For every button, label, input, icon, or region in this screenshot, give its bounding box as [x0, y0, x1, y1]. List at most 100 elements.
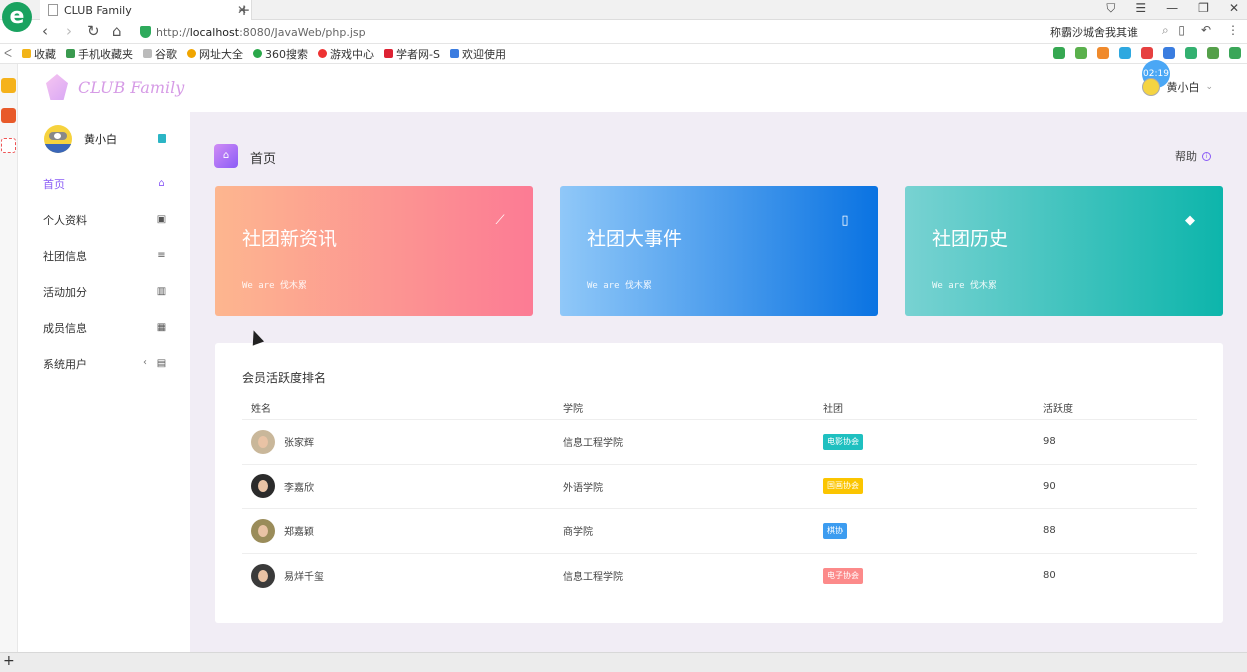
chevron-left-icon: ‹ [143, 357, 147, 368]
table-row[interactable]: 李嘉欣 外语学院 国画协会 90 [242, 465, 1197, 509]
verified-icon [158, 134, 166, 143]
bookmark-6[interactable]: 学者网-S [384, 46, 440, 62]
undo-icon[interactable]: ↶ [1201, 23, 1211, 37]
new-tab-icon[interactable]: + [236, 1, 252, 19]
url-input[interactable]: http://localhost:8080/JavaWeb/php.jsp [140, 23, 980, 41]
browser-tab-bar: CLUB Family ✕ + ⛉ ☰ — ❐ ✕ [0, 0, 1247, 20]
sidebar-item-club-info[interactable]: 社团信息 ≡ [18, 238, 190, 274]
tab-title: CLUB Family [64, 3, 132, 17]
restore-icon[interactable]: ❐ [1198, 1, 1209, 16]
bookmarks-toggle-icon[interactable]: ᐸ [4, 47, 12, 60]
bookmark-5[interactable]: 游戏中心 [318, 46, 374, 62]
bookmark-0[interactable]: 收藏 [22, 46, 56, 62]
bookmark-icon: ▯ [841, 213, 849, 228]
back-icon[interactable]: ‹ [42, 22, 48, 40]
bookmark-label: 收藏 [34, 47, 57, 61]
home-icon[interactable]: ⌂ [112, 22, 122, 40]
line-chart-icon: ⟋ [495, 213, 505, 228]
reload-icon[interactable]: ↻ [87, 22, 100, 40]
bookmark-7[interactable]: 欢迎使用 [449, 46, 506, 62]
browser-side-strip [0, 64, 18, 652]
card-club-news[interactable]: 社团新资讯 We are 伐木累 ⟋ [215, 186, 533, 316]
bookmark-label: 游戏中心 [330, 47, 375, 61]
extension-icon[interactable] [1119, 47, 1131, 59]
club-tag: 国画协会 [823, 478, 863, 495]
home-icon: ⌂ [158, 178, 165, 189]
browser-logo[interactable]: e [2, 2, 32, 32]
sidebar: 黄小白 首页 ⌂ 个人资料 ▣ 社团信息 ≡ 活动加分 ▥ 成员信息 ▦ 系统用… [18, 112, 190, 652]
game-icon [318, 49, 328, 58]
extension-icon[interactable] [1075, 47, 1087, 59]
card-subtitle: We are 伐木累 [932, 281, 997, 291]
menu-icon[interactable]: ☰ [1135, 1, 1146, 16]
avatar [251, 474, 275, 499]
url-path: :8080/JavaWeb/php.jsp [239, 25, 366, 39]
bookmark-label: 手机收藏夹 [78, 47, 134, 61]
sidebar-item-home[interactable]: 首页 ⌂ [18, 166, 190, 202]
weibo-icon[interactable] [1, 108, 16, 123]
extension-icon[interactable] [1207, 47, 1219, 59]
search-input[interactable]: 称霸沙城舍我其谁 [1050, 24, 1138, 40]
forward-icon[interactable]: › [66, 22, 72, 40]
ranking-panel: 会员活跃度排名 姓名 学院 社团 活跃度 张家辉 信息工程学院 电影协会 98 … [215, 343, 1223, 623]
logo-text[interactable]: CLUB Family [78, 78, 184, 97]
extension-icons [1053, 47, 1241, 59]
extension-icon[interactable] [1163, 47, 1175, 59]
card-club-events[interactable]: 社团大事件 We are 伐木累 ▯ [560, 186, 878, 316]
table-row[interactable]: 易烊千玺 信息工程学院 电子协会 80 [242, 554, 1197, 599]
shirt-icon[interactable]: ⛉ [1106, 1, 1115, 16]
bookmarks-bar: ᐸ 收藏 手机收藏夹 谷歌 网址大全 360搜索 游戏中心 学者网-S 欢迎使用 [0, 44, 1247, 64]
table-header: 姓名 学院 社团 活跃度 [242, 395, 1197, 420]
scholar-icon [384, 49, 394, 58]
card-club-history[interactable]: 社团历史 We are 伐木累 ◆ [905, 186, 1223, 316]
sidebar-item-activity-points[interactable]: 活动加分 ▥ [18, 274, 190, 310]
bookmark-label: 学者网-S [396, 47, 440, 61]
member-college: 商学院 [563, 527, 593, 539]
browser-status-bar: + [0, 652, 1247, 672]
bookmark-2[interactable]: 谷歌 [143, 46, 177, 62]
member-name: 郑嘉颖 [284, 527, 314, 539]
browser-tab[interactable]: CLUB Family ✕ [40, 0, 252, 20]
sidebar-item-members[interactable]: 成员信息 ▦ [18, 310, 190, 346]
bookmark-1[interactable]: 手机收藏夹 [66, 46, 133, 62]
user-menu[interactable]: 黄小白 ⌄ [1142, 78, 1213, 96]
sidebar-item-label: 首页 [43, 178, 65, 191]
member-college: 信息工程学院 [563, 572, 623, 584]
bookmark-3[interactable]: 网址大全 [187, 46, 243, 62]
table-title: 会员活跃度排名 [242, 371, 327, 385]
bookmark-label: 360搜索 [265, 47, 309, 61]
extension-icon[interactable] [1053, 47, 1065, 59]
mail-icon[interactable] [1, 138, 16, 153]
help-label: 帮助 [1175, 150, 1197, 163]
minimize-icon[interactable]: — [1166, 1, 1178, 16]
sidebar-item-label: 个人资料 [43, 214, 87, 227]
table-row[interactable]: 张家辉 信息工程学院 电影协会 98 [242, 420, 1197, 465]
sidebar-user-name: 黄小白 [84, 133, 117, 146]
extension-icon[interactable] [1229, 47, 1241, 59]
column-header: 姓名 [251, 403, 271, 415]
avatar [251, 518, 275, 543]
phone-icon[interactable]: ▯ [1178, 23, 1185, 37]
sidebar-item-profile[interactable]: 个人资料 ▣ [18, 202, 190, 238]
sidebar-item-label: 活动加分 [43, 286, 87, 299]
bookmark-label: 谷歌 [155, 47, 178, 61]
column-header: 活跃度 [1043, 403, 1073, 415]
close-window-icon[interactable]: ✕ [1229, 1, 1239, 16]
bookmark-4[interactable]: 360搜索 [253, 46, 308, 62]
more-icon[interactable]: ⋮ [1227, 23, 1239, 37]
add-icon[interactable]: + [3, 653, 15, 669]
table-row[interactable]: 郑嘉颖 商学院 棋协 88 [242, 509, 1197, 554]
bookmark-label: 网址大全 [199, 47, 244, 61]
extension-icon[interactable] [1097, 47, 1109, 59]
scissors-icon[interactable] [1141, 47, 1153, 59]
help-link[interactable]: 帮助 i [1175, 148, 1211, 164]
search-icon[interactable]: ⌕ [1162, 23, 1169, 38]
favorites-icon[interactable] [1, 78, 16, 93]
user-name: 黄小白 [1166, 81, 1200, 94]
sidebar-item-system-users[interactable]: 系统用户 ‹ ▤ [18, 346, 190, 382]
card-subtitle: We are 伐木累 [587, 281, 652, 291]
sidebar-item-label: 成员信息 [43, 322, 87, 335]
avatar [251, 429, 275, 454]
page-icon [48, 4, 58, 16]
extension-icon[interactable] [1185, 47, 1197, 59]
